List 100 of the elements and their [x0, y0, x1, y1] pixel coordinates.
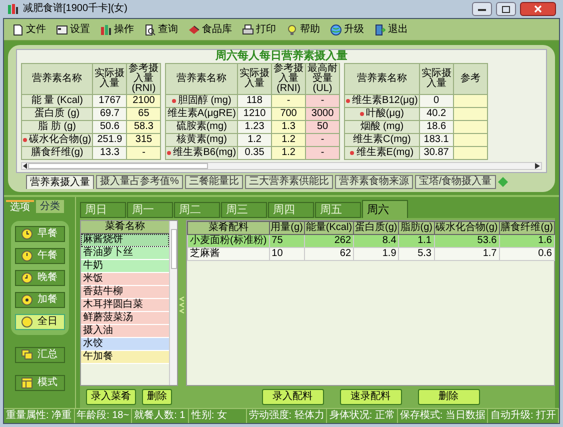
- table-cell: 芝麻酱: [188, 248, 270, 260]
- tab[interactable]: 三餐能量比: [184, 175, 243, 189]
- table-cell: 脂 肪 (g): [38, 121, 76, 133]
- table-cell: 183.1: [419, 134, 454, 146]
- table-cell: 13.3: [92, 146, 127, 160]
- table-cell: 1767: [92, 94, 127, 108]
- table-cell: 烟酸 (mg): [360, 121, 404, 133]
- table-cell: 能 量 (Kcal): [31, 95, 83, 107]
- list-item[interactable]: 牛奶: [81, 260, 169, 273]
- window-title: 减肥食谱[1900千卡](女): [23, 3, 128, 15]
- table-cell: 5.3: [398, 248, 434, 260]
- minimize-button[interactable]: [472, 2, 492, 16]
- table-cell: 1.7: [434, 248, 500, 260]
- meal-button[interactable]: 全日: [14, 314, 64, 330]
- action-button[interactable]: 录入配料: [262, 389, 324, 405]
- column-header: 实际摄入量: [92, 64, 127, 94]
- table-cell: 2100: [126, 94, 161, 108]
- column-header: 营养素名称: [344, 64, 420, 94]
- list-item[interactable]: 香菇牛柳: [81, 286, 169, 299]
- column-header: 实际摄入量: [419, 64, 454, 94]
- tab[interactable]: 宝塔/食物摄入量: [414, 175, 496, 189]
- menu-item[interactable]: 帮助: [286, 24, 320, 36]
- table-cell: 30.87: [419, 146, 454, 160]
- minimize-icon: [478, 7, 486, 11]
- vertical-scrollbar[interactable]: [169, 221, 177, 385]
- table-cell: -: [272, 94, 306, 108]
- list-item[interactable]: 水饺: [81, 338, 169, 351]
- table-cell: 58.3: [126, 120, 161, 134]
- list-item[interactable]: 午加餐: [81, 351, 169, 364]
- close-icon: [534, 5, 542, 13]
- status-field: 性别: 女: [189, 409, 247, 423]
- list-item[interactable]: 鲜蘑菠菜汤: [81, 312, 169, 325]
- table-cell: 50.6: [92, 120, 127, 134]
- close-button[interactable]: [520, 2, 556, 16]
- menu-item[interactable]: 设置: [56, 24, 90, 36]
- tab[interactable]: 营养素摄入量: [26, 175, 94, 189]
- table-cell: 胆固醇 (mg): [178, 95, 232, 107]
- table-cell: 维生素A(μgRE): [167, 108, 236, 120]
- menu-item[interactable]: 退出: [374, 24, 408, 36]
- table-cell: 65: [126, 108, 161, 120]
- status-field: 重量属性: 净重: [4, 409, 75, 423]
- table-cell: 40.2: [419, 108, 454, 120]
- maximize-icon: [502, 6, 510, 12]
- table-cell: -: [306, 134, 340, 146]
- menu-item[interactable]: 打印: [242, 24, 276, 36]
- table-cell: 核黄素(mg): [176, 134, 227, 146]
- diamond-icon: [498, 177, 508, 187]
- tab[interactable]: 分类: [36, 200, 64, 213]
- clock-icon: [20, 250, 32, 262]
- table-cell: 62: [304, 248, 354, 260]
- status-field: 保存模式: 当日数据: [398, 409, 488, 423]
- table-cell: 1.3: [272, 120, 306, 134]
- table-cell: -: [306, 146, 340, 160]
- table-cell: 0.35: [238, 146, 272, 160]
- table-cell: 118: [238, 94, 272, 108]
- action-button[interactable]: 删除: [418, 389, 480, 405]
- day-tab[interactable]: 周六: [362, 200, 408, 218]
- column-header: 参考: [453, 64, 488, 94]
- menu-item[interactable]: 操作: [100, 24, 134, 36]
- tab[interactable]: 三大营养素供能比: [244, 175, 333, 189]
- table-cell: -: [306, 94, 340, 108]
- list-item[interactable]: 麻酱烧饼: [81, 234, 169, 247]
- table-cell: -: [126, 146, 161, 160]
- dot-circle-icon: [20, 294, 32, 306]
- table-cell: 3000: [306, 108, 340, 120]
- bars-icon: [100, 24, 112, 36]
- status-field: 自动升级: 打开: [488, 409, 559, 423]
- action-button[interactable]: 录入菜肴: [86, 389, 136, 405]
- column-header: 能量(Kcal): [304, 222, 354, 234]
- column-header: 菜肴配料: [188, 222, 270, 234]
- table-cell: 膳食纤维(g): [31, 147, 84, 159]
- menu-item[interactable]: 查询: [144, 24, 178, 36]
- clock-icon: [20, 228, 32, 240]
- menu-item[interactable]: 食品库: [188, 24, 232, 36]
- clock-icon: [20, 272, 32, 284]
- table-cell: 碳水化合物(g): [29, 134, 92, 146]
- table-cell: 1.9: [354, 248, 399, 260]
- menu-item[interactable]: 升级: [330, 24, 364, 36]
- list-item[interactable]: 摄入油: [81, 325, 169, 338]
- status-field: 身体状况: 正常: [327, 409, 398, 423]
- table-cell: 700: [272, 108, 306, 120]
- menu-item[interactable]: 文件: [12, 24, 46, 36]
- table-cell: 蛋白质 (g): [34, 108, 80, 120]
- table-cell: 315: [126, 134, 161, 146]
- tab[interactable]: 摄入量占参考值%: [96, 175, 183, 189]
- list-item[interactable]: 木耳拌圆白菜: [81, 299, 169, 312]
- list-item[interactable]: 米饭: [81, 273, 169, 286]
- action-button[interactable]: 速录配料: [340, 389, 402, 405]
- action-button[interactable]: 删除: [142, 389, 172, 405]
- stacked-squares-icon: [20, 349, 32, 361]
- maximize-button[interactable]: [496, 2, 516, 16]
- list-item[interactable]: 香油萝卜丝: [81, 247, 169, 260]
- horizontal-scrollbar[interactable]: [21, 162, 542, 170]
- layout-icon: [20, 377, 32, 389]
- scroll-right-icon: [535, 163, 540, 169]
- table-cell: 69.7: [92, 108, 127, 120]
- status-field: 就餐人数: 1: [132, 409, 190, 423]
- table-cell: 维生素B6(mg): [173, 147, 236, 159]
- column-header: 参考摄入量(RNI): [272, 64, 306, 94]
- tab[interactable]: 营养素食物来源: [334, 175, 413, 189]
